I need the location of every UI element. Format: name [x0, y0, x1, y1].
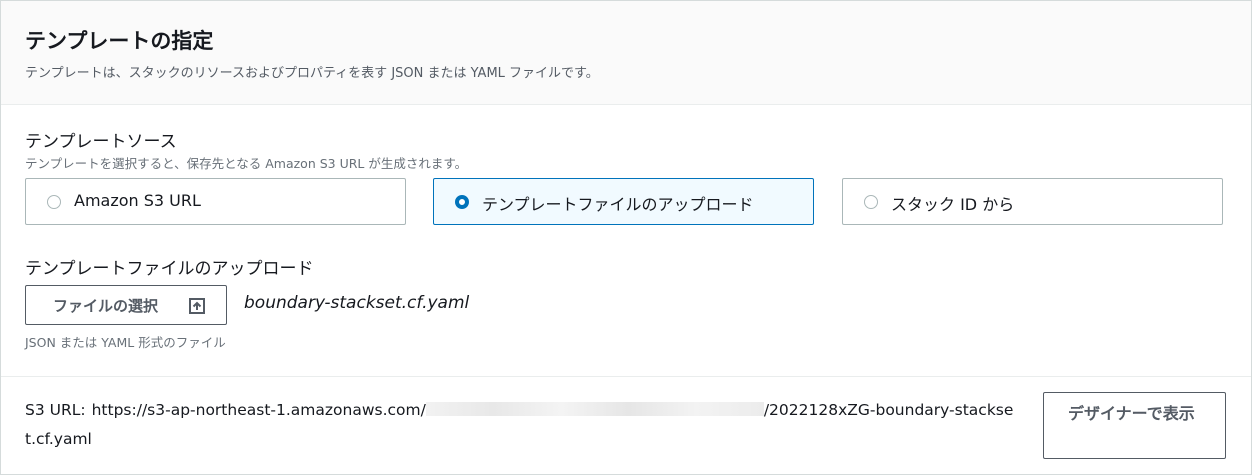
option-label: Amazon S3 URL: [74, 191, 201, 210]
option-from-stack-id[interactable]: スタック ID から: [842, 178, 1223, 225]
choose-file-button[interactable]: ファイルの選択: [25, 285, 227, 325]
panel-title: テンプレートの指定: [25, 29, 214, 53]
option-label: テンプレートファイルのアップロード: [482, 195, 754, 214]
selected-file-name: boundary-stackset.cf.yaml: [244, 293, 470, 313]
radio-selected-icon[interactable]: [455, 195, 469, 209]
panel-description: テンプレートは、スタックのリソースおよびプロパティを表す JSON または YA…: [25, 66, 599, 81]
option-amazon-s3-url[interactable]: Amazon S3 URL: [25, 178, 406, 225]
s3-url-line: S3 URL: https://s3-ap-northeast-1.amazona…: [25, 401, 1013, 419]
divider: [1, 376, 1251, 377]
file-format-hint: JSON または YAML 形式のファイル: [25, 335, 226, 350]
redacted-region: [425, 402, 764, 416]
option-upload-template-file[interactable]: テンプレートファイルのアップロード: [433, 178, 814, 225]
s3-url-label: S3 URL:: [25, 401, 86, 419]
specify-template-panel: テンプレートの指定 テンプレートは、スタックのリソースおよびプロパティを表す J…: [0, 0, 1252, 475]
s3-url-continued: t.cf.yaml: [25, 430, 92, 448]
radio-unselected-icon[interactable]: [47, 195, 61, 209]
template-source-description: テンプレートを選択すると、保存先となる Amazon S3 URL が生成されま…: [25, 156, 468, 171]
view-in-designer-button[interactable]: デザイナーで表示: [1043, 392, 1226, 459]
upload-template-file-label: テンプレートファイルのアップロード: [25, 259, 314, 279]
upload-icon: [189, 298, 205, 314]
view-in-designer-button-label: デザイナーで表示: [1068, 404, 1195, 423]
s3-url-suffix: /2022128xZG-boundary-stackse: [763, 401, 1014, 419]
choose-file-button-label: ファイルの選択: [53, 297, 159, 315]
s3-url-prefix: https://s3-ap-northeast-1.amazonaws.com/: [91, 401, 426, 419]
radio-unselected-icon[interactable]: [864, 195, 878, 209]
template-source-label: テンプレートソース: [25, 132, 177, 152]
panel-header: テンプレートの指定 テンプレートは、スタックのリソースおよびプロパティを表す J…: [1, 1, 1251, 105]
option-label: スタック ID から: [891, 195, 1015, 214]
